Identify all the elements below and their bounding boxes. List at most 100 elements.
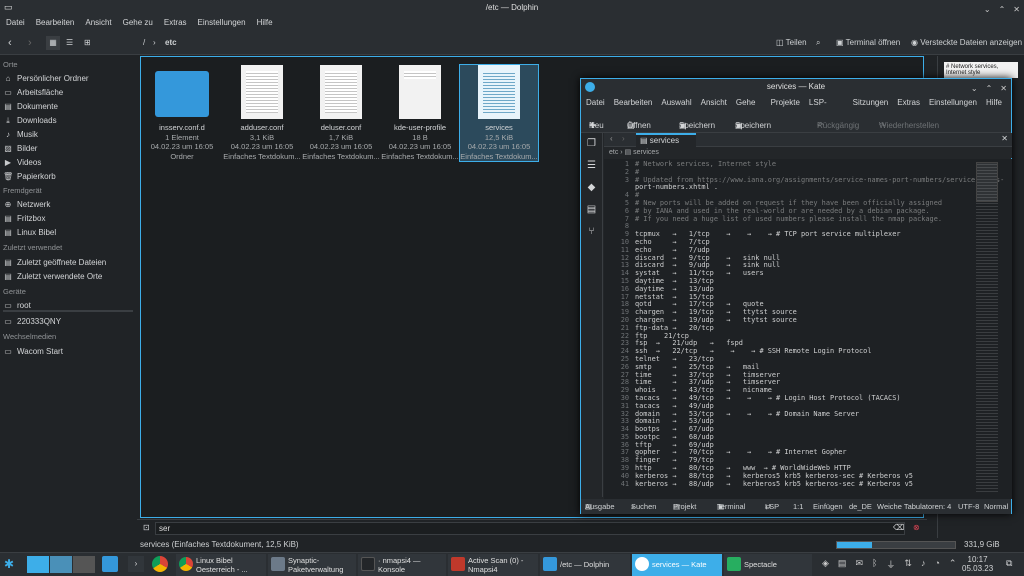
menu-extras[interactable]: Extras bbox=[164, 15, 187, 31]
menu-bearbeiten[interactable]: Bearbeiten bbox=[614, 95, 653, 111]
back-icon[interactable]: ‹ bbox=[610, 134, 613, 143]
menu-projekte[interactable]: Projekte bbox=[771, 95, 800, 111]
place-home[interactable]: ⌂ Persönlicher Ordner bbox=[3, 72, 133, 85]
filesystem-icon[interactable]: ▤ bbox=[581, 199, 602, 221]
chrome-icon[interactable] bbox=[152, 556, 168, 572]
task-nmapsi4[interactable]: Active Scan (0) - Nmapsi4 bbox=[448, 554, 538, 576]
menu-extras[interactable]: Extras bbox=[897, 95, 920, 111]
place-pictures[interactable]: ▨ Bilder bbox=[3, 142, 133, 155]
desktop-1[interactable] bbox=[27, 556, 49, 573]
place-linux-bibel[interactable]: ▤ Linux Bibel bbox=[3, 226, 133, 239]
clock[interactable]: 10:17 05.03.23 bbox=[962, 555, 993, 573]
place-fritzbox[interactable]: ▤ Fritzbox bbox=[3, 212, 133, 225]
menu-ansicht[interactable]: Ansicht bbox=[701, 95, 727, 111]
volume-icon[interactable]: ♪ bbox=[921, 558, 926, 571]
filter-input[interactable] bbox=[155, 522, 905, 535]
minimap-viewport[interactable] bbox=[976, 162, 998, 202]
editor[interactable]: 123 4 5 6 7 8 9 10 11 12 13 14 15 16 17 18 19 20 21 22 23 24… bbox=[604, 159, 1012, 499]
code-text[interactable]: # Network services, Internet style # # Upd… bbox=[635, 160, 1004, 488]
menu-ansicht[interactable]: Ansicht bbox=[85, 15, 111, 31]
crumb-dir[interactable]: etc bbox=[609, 149, 618, 156]
dictionary[interactable]: de_DE bbox=[849, 499, 872, 514]
menu-gehe-zu[interactable]: Gehe zu bbox=[123, 15, 153, 31]
place-wacom[interactable]: ▭ Wacom Start bbox=[3, 345, 133, 358]
tray-expand-icon[interactable]: ⌃ bbox=[949, 558, 957, 571]
tab-services[interactable]: ▤ services bbox=[636, 133, 696, 147]
task-synaptic[interactable]: Synaptic-Paketverwaltung bbox=[268, 554, 356, 576]
file-item[interactable]: adduser.conf 3,1 KiB 04.02.23 um 16:05 E… bbox=[223, 65, 301, 161]
task-spectacle[interactable]: Spectacle bbox=[724, 554, 812, 576]
kate-titlebar[interactable]: services — Kate ⌄ ⌃ ✕ bbox=[581, 79, 1011, 95]
desktop-3[interactable] bbox=[73, 556, 95, 573]
encoding[interactable]: UTF-8 bbox=[958, 499, 979, 514]
menu-einstellungen[interactable]: Einstellungen bbox=[198, 15, 246, 31]
path-root[interactable]: / bbox=[143, 36, 145, 50]
menu-datei[interactable]: Datei bbox=[6, 15, 25, 31]
clipboard-icon[interactable]: ▤ bbox=[838, 558, 847, 571]
crumb-file[interactable]: services bbox=[633, 149, 659, 156]
menu-sitzungen[interactable]: Sitzungen bbox=[853, 95, 889, 111]
lock-icon[interactable]: ⊡ bbox=[143, 523, 150, 532]
place-downloads[interactable]: ⤓ Downloads bbox=[3, 114, 133, 127]
close-filter-icon[interactable]: ⊗ bbox=[913, 523, 920, 532]
file-item[interactable]: deluser.conf 1,7 KiB 04.02.23 um 16:05 E… bbox=[302, 65, 380, 161]
minimize-icon[interactable]: ⌄ bbox=[971, 81, 978, 97]
desktop-2[interactable] bbox=[50, 556, 72, 573]
close-icon[interactable]: ✕ bbox=[1000, 81, 1007, 97]
back-icon[interactable]: ‹ bbox=[8, 36, 12, 50]
terminal-button[interactable]: ▣ Terminal öffnen bbox=[836, 36, 900, 50]
search-icon[interactable]: ⌕ bbox=[816, 36, 820, 50]
place-documents[interactable]: ▤ Dokumente bbox=[3, 100, 133, 113]
input-mode[interactable]: Einfügen bbox=[813, 499, 843, 514]
shield-icon[interactable]: ◈ bbox=[822, 558, 829, 571]
forward-icon[interactable]: › bbox=[622, 134, 625, 143]
show-desktop-icon[interactable]: ⧉ bbox=[1006, 558, 1012, 569]
indentation[interactable]: Weiche Tabulatoren: 4 bbox=[877, 499, 951, 514]
network-icon[interactable]: ⇅ bbox=[904, 558, 912, 571]
menu-gehe-zu[interactable]: Gehe zu bbox=[736, 95, 762, 123]
task-linux-bibel[interactable]: Linux Bibel Oesterreich - ... bbox=[176, 554, 266, 576]
syntax-mode[interactable]: Normal bbox=[984, 499, 1008, 514]
git-icon[interactable]: ◆ bbox=[581, 177, 602, 199]
split-button[interactable]: ◫ Teilen bbox=[776, 36, 807, 50]
dolphin-titlebar[interactable]: /etc — Dolphin ⌄ ⌃ ✕ ▭ bbox=[0, 0, 1024, 15]
place-music[interactable]: ♪ Musik bbox=[3, 128, 133, 141]
terminal-launcher-icon[interactable]: › bbox=[128, 556, 144, 572]
file-item-selected[interactable]: services 12,5 KiB 04.02.23 um 16:05 Einf… bbox=[459, 64, 539, 162]
app-launcher-icon[interactable]: ✱ bbox=[4, 557, 14, 571]
documents-icon[interactable]: ❐ bbox=[581, 133, 602, 155]
notifications-icon[interactable]: ◔ bbox=[934, 558, 939, 571]
menu-hilfe[interactable]: Hilfe bbox=[257, 15, 273, 31]
menu-bearbeiten[interactable]: Bearbeiten bbox=[36, 15, 75, 31]
device-root[interactable]: ▭ root bbox=[3, 299, 133, 312]
task-kate[interactable]: services — Kate bbox=[632, 554, 722, 576]
minimap[interactable] bbox=[976, 162, 998, 492]
device-220333qny[interactable]: ▭ 220333QNY bbox=[3, 315, 133, 328]
task-konsole[interactable]: · nmapsi4 — Konsole bbox=[358, 554, 446, 576]
symbols-icon[interactable]: ☰ bbox=[581, 155, 602, 177]
cursor-position[interactable]: 1:1 bbox=[793, 499, 803, 514]
place-network[interactable]: ⊕ Netzwerk bbox=[3, 198, 133, 211]
task-dolphin[interactable]: /etc — Dolphin bbox=[540, 554, 630, 576]
file-item[interactable]: insserv.conf.d 1 Element 04.02.23 um 16:… bbox=[143, 65, 221, 161]
details-view-icon[interactable]: ⊞ bbox=[84, 36, 91, 50]
menu-lsp-client[interactable]: LSP-CLient bbox=[809, 95, 844, 123]
menu-datei[interactable]: Datei bbox=[586, 95, 605, 111]
maximize-icon[interactable]: ⌃ bbox=[986, 81, 993, 97]
place-trash[interactable]: 🗑 Papierkorb bbox=[3, 170, 133, 183]
compact-view-icon[interactable]: ☰ bbox=[66, 36, 73, 50]
path-dir[interactable]: etc bbox=[165, 36, 177, 50]
pager[interactable] bbox=[27, 556, 95, 573]
icons-view-icon[interactable]: ▦ bbox=[46, 36, 60, 50]
place-recent-locations[interactable]: ▤ Zuletzt verwendete Orte bbox=[3, 270, 133, 283]
hidden-files-button[interactable]: ◉ Versteckte Dateien anzeigen bbox=[911, 36, 1022, 50]
close-tab-icon[interactable]: ✕ bbox=[1001, 134, 1008, 143]
files-launcher-icon[interactable] bbox=[102, 556, 118, 572]
usb-icon[interactable]: ⏚ bbox=[886, 558, 895, 571]
projects-icon[interactable]: ⑂ bbox=[581, 221, 602, 243]
menu-hilfe[interactable]: Hilfe bbox=[986, 95, 1002, 111]
place-desktop[interactable]: ▭ Arbeitsfläche bbox=[3, 86, 133, 99]
menu-auswahl[interactable]: Auswahl bbox=[661, 95, 691, 111]
mail-icon[interactable]: ✉ bbox=[855, 558, 863, 571]
menu-einstellungen[interactable]: Einstellungen bbox=[929, 95, 977, 111]
